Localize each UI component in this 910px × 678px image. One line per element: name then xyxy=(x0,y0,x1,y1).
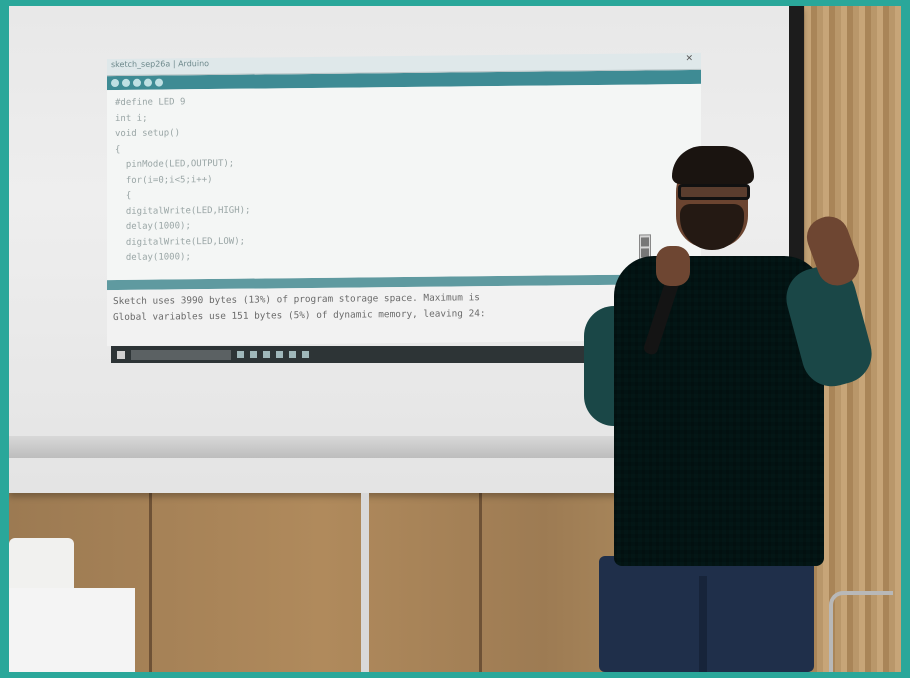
beard xyxy=(680,204,744,250)
start-icon xyxy=(117,350,125,359)
new-icon xyxy=(133,78,141,87)
taskbar-app-icon xyxy=(276,351,283,358)
screen-stand xyxy=(361,493,369,672)
hair xyxy=(672,146,754,184)
glasses xyxy=(678,184,750,200)
open-icon xyxy=(144,78,152,87)
taskbar-app-icon xyxy=(237,351,244,358)
ide-window-title: sketch_sep26a | Arduino xyxy=(111,59,210,70)
taskbar-search xyxy=(131,349,231,360)
taskbar-app-icon xyxy=(250,351,257,358)
close-icon: ✕ xyxy=(685,53,693,65)
presenter xyxy=(584,146,901,672)
upload-icon xyxy=(122,78,130,87)
taskbar-app-icon xyxy=(302,351,309,358)
taskbar-app-icon xyxy=(263,351,270,358)
jeans xyxy=(599,556,814,672)
verify-icon xyxy=(111,78,119,88)
photo: sketch_sep26a | Arduino ✕ #define LED 9 … xyxy=(9,6,901,672)
hand-holding-mic xyxy=(656,246,690,286)
save-icon xyxy=(155,78,163,87)
taskbar-app-icon xyxy=(289,351,296,358)
table xyxy=(9,588,135,672)
